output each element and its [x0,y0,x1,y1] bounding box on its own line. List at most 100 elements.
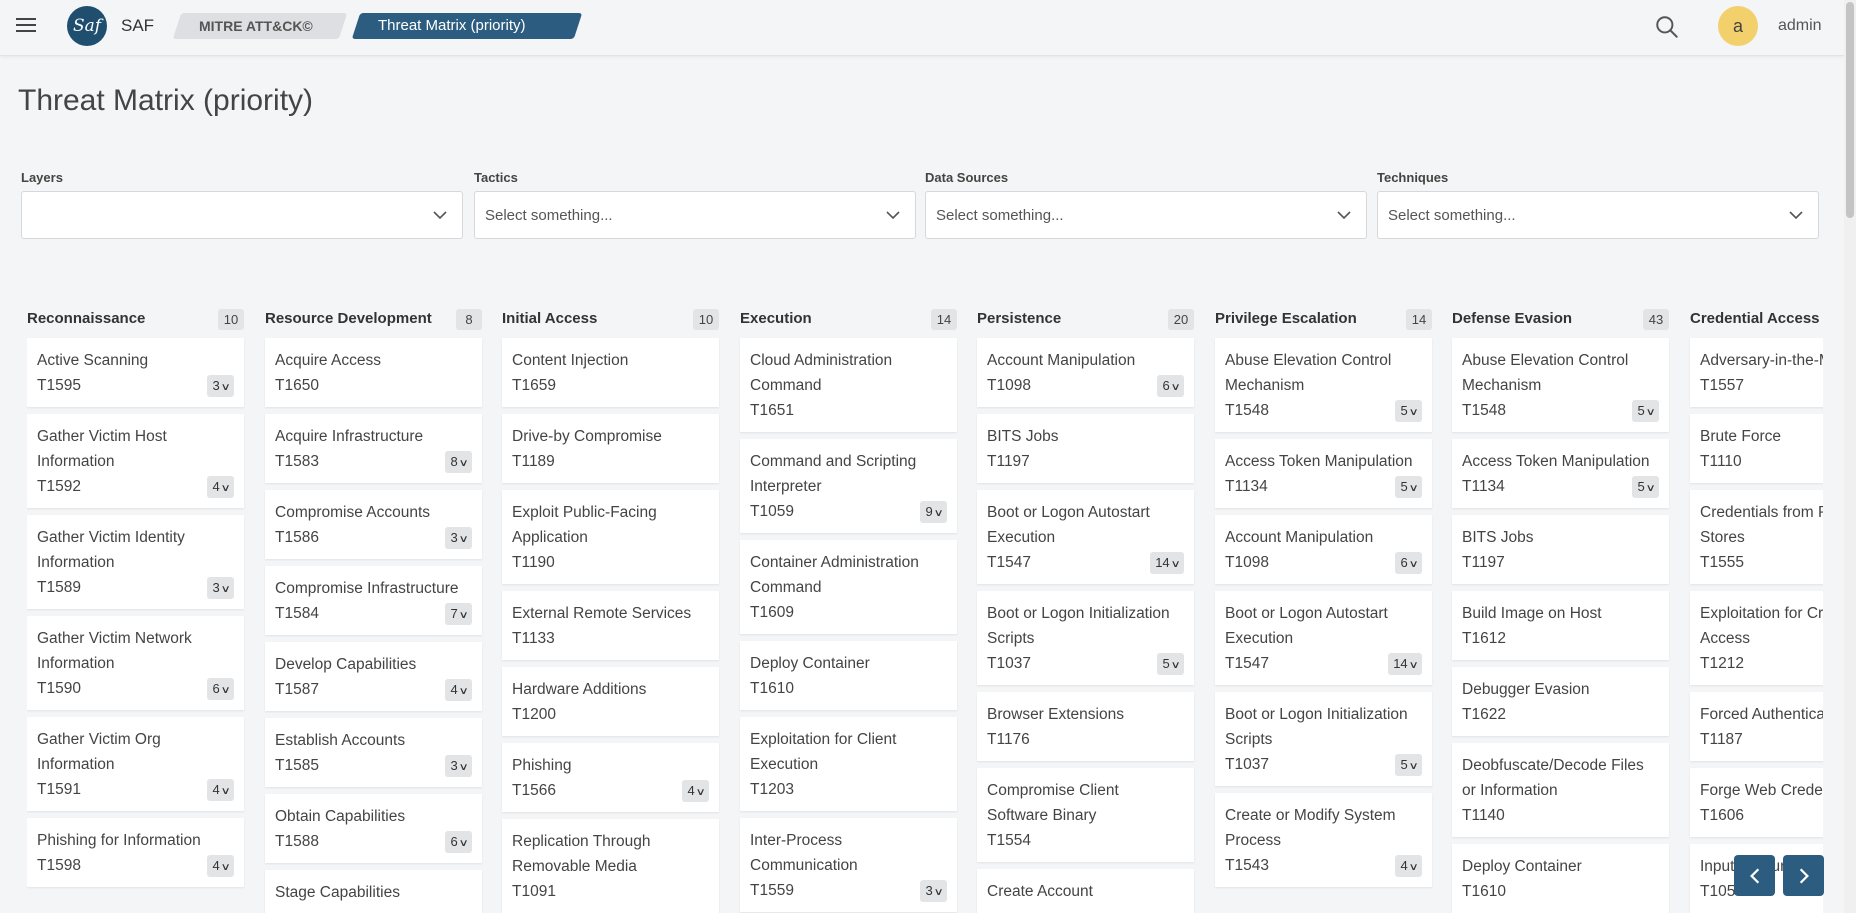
subtechnique-count: 6 [1400,555,1408,570]
subtechnique-toggle[interactable]: 4∨ [207,779,234,801]
layers-select[interactable] [21,191,463,239]
technique-card[interactable]: BITS Jobs T1197 [1452,515,1669,584]
technique-card[interactable]: Obtain Capabilities T1588 6∨ [265,794,482,863]
technique-card[interactable]: Adversary-in-the-Middle T1557 [1690,338,1823,407]
avatar[interactable]: a [1718,6,1758,46]
scrollbar-thumb[interactable] [1846,2,1854,218]
technique-card[interactable]: Active Scanning T1595 3∨ [27,338,244,407]
username[interactable]: admin [1778,17,1822,35]
technique-card[interactable]: Build Image on Host T1612 [1452,591,1669,660]
technique-id: T1583 [275,453,319,470]
subtechnique-toggle[interactable]: 3∨ [445,755,472,777]
subtechnique-toggle[interactable]: 6∨ [207,678,234,700]
technique-card[interactable]: Gather Victim Identity Information T1589 3… [27,515,244,609]
chevron-down-icon: ∨ [458,610,469,621]
subtechnique-toggle[interactable]: 5∨ [1395,476,1422,498]
technique-card[interactable]: Develop Capabilities T1587 4∨ [265,642,482,711]
technique-card[interactable]: Exploit Public-Facing Application T1190 [502,490,719,584]
techniques-select[interactable]: Select something... [1377,191,1819,239]
technique-name: Deobfuscate/Decode Files or Information [1462,757,1644,799]
technique-card[interactable]: Compromise Accounts T1586 3∨ [265,490,482,559]
subtechnique-toggle[interactable]: 5∨ [1157,653,1184,675]
subtechnique-toggle[interactable]: 14∨ [1150,552,1184,574]
technique-card[interactable]: Exploitation for Credential Access T1212 [1690,591,1823,685]
subtechnique-toggle[interactable]: 4∨ [445,679,472,701]
subtechnique-toggle[interactable]: 7∨ [445,603,472,625]
technique-card[interactable]: Content Injection T1659 [502,338,719,407]
technique-card[interactable]: Credentials from Password Stores T1555 [1690,490,1823,584]
technique-card[interactable]: Gather Victim Org Information T1591 4∨ [27,717,244,811]
technique-card[interactable]: Abuse Elevation Control Mechanism T1548 5∨ [1215,338,1432,432]
app-logo[interactable]: Saf [67,6,107,46]
next-button[interactable] [1783,855,1824,896]
technique-card[interactable]: Inter-Process Communication T1559 3∨ [740,818,957,912]
technique-card[interactable]: Deobfuscate/Decode Files or Information T… [1452,743,1669,837]
technique-card[interactable]: Gather Victim Host Information T1592 4∨ [27,414,244,508]
technique-card[interactable]: Compromise Client Software Binary T1554 [977,768,1194,862]
technique-card[interactable]: Forced Authentication T1187 [1690,692,1823,761]
technique-card[interactable]: Compromise Infrastructure T1584 7∨ [265,566,482,635]
technique-name: Acquire Access [275,352,381,369]
technique-card[interactable]: BITS Jobs T1197 [977,414,1194,483]
tactics-select[interactable]: Select something... [474,191,916,239]
technique-card[interactable]: Browser Extensions T1176 [977,692,1194,761]
technique-card[interactable]: Create or Modify System Process T1543 4∨ [1215,793,1432,887]
technique-card[interactable]: Forge Web Credentials T1606 [1690,768,1823,837]
technique-card[interactable]: Container Administration Command T1609 [740,540,957,634]
chevron-down-icon: ∨ [1645,483,1656,494]
technique-card[interactable]: Gather Victim Network Information T1590 6∨ [27,616,244,710]
subtechnique-toggle[interactable]: 4∨ [207,855,234,877]
technique-card[interactable]: Deploy Container T1610 [1452,844,1669,913]
technique-card[interactable]: Brute Force T1110 [1690,414,1823,483]
subtechnique-toggle[interactable]: 14∨ [1388,653,1422,675]
subtechnique-toggle[interactable]: 3∨ [445,527,472,549]
technique-card[interactable]: Stage Capabilities [265,870,482,913]
breadcrumb-mitre[interactable]: MITRE ATT&CK© [172,13,348,39]
technique-card[interactable]: Phishing T1566 4∨ [502,743,719,812]
subtechnique-toggle[interactable]: 9∨ [920,501,947,523]
technique-card[interactable]: Drive-by Compromise T1189 [502,414,719,483]
technique-card[interactable]: Boot or Logon Initialization Scripts T103… [1215,692,1432,786]
tactic-title: Privilege Escalation [1215,310,1357,327]
technique-card[interactable]: Acquire Infrastructure T1583 8∨ [265,414,482,483]
subtechnique-toggle[interactable]: 3∨ [920,880,947,902]
search-icon[interactable] [1654,14,1680,40]
technique-card[interactable]: Establish Accounts T1585 3∨ [265,718,482,787]
subtechnique-toggle[interactable]: 3∨ [207,375,234,397]
subtechnique-toggle[interactable]: 6∨ [1157,375,1184,397]
technique-card[interactable]: Account Manipulation T1098 6∨ [977,338,1194,407]
data-sources-select[interactable]: Select something... [925,191,1367,239]
technique-card[interactable]: Boot or Logon Initialization Scripts T103… [977,591,1194,685]
technique-card[interactable]: Acquire Access T1650 [265,338,482,407]
technique-card[interactable]: Command and Scripting Interpreter T1059 9∨ [740,439,957,533]
hamburger-menu-icon[interactable] [14,14,38,38]
technique-card[interactable]: Access Token Manipulation T1134 5∨ [1452,439,1669,508]
technique-card[interactable]: Phishing for Information T1598 4∨ [27,818,244,887]
technique-card[interactable]: Access Token Manipulation T1134 5∨ [1215,439,1432,508]
subtechnique-toggle[interactable]: 4∨ [682,780,709,802]
technique-card[interactable]: Hardware Additions T1200 [502,667,719,736]
technique-card[interactable]: Cloud Administration Command T1651 [740,338,957,432]
subtechnique-toggle[interactable]: 5∨ [1632,400,1659,422]
technique-card[interactable]: Replication Through Removable Media T1091 [502,819,719,913]
subtechnique-toggle[interactable]: 6∨ [1395,552,1422,574]
technique-card[interactable]: Create Account [977,869,1194,913]
subtechnique-toggle[interactable]: 5∨ [1395,754,1422,776]
technique-card[interactable]: Debugger Evasion T1622 [1452,667,1669,736]
technique-card[interactable]: Account Manipulation T1098 6∨ [1215,515,1432,584]
technique-card[interactable]: Deploy Container T1610 [740,641,957,710]
subtechnique-toggle[interactable]: 4∨ [1395,855,1422,877]
subtechnique-toggle[interactable]: 8∨ [445,451,472,473]
technique-card[interactable]: Boot or Logon Autostart Execution T1547 14… [977,490,1194,584]
technique-card[interactable]: Exploitation for Client Execution T1203 [740,717,957,811]
subtechnique-toggle[interactable]: 5∨ [1632,476,1659,498]
technique-card[interactable]: Boot or Logon Autostart Execution T1547 14… [1215,591,1432,685]
technique-card[interactable]: External Remote Services T1133 [502,591,719,660]
subtechnique-toggle[interactable]: 5∨ [1395,400,1422,422]
prev-button[interactable] [1734,855,1775,896]
subtechnique-toggle[interactable]: 6∨ [445,831,472,853]
subtechnique-toggle[interactable]: 3∨ [207,577,234,599]
technique-card[interactable]: Abuse Elevation Control Mechanism T1548 5∨ [1452,338,1669,432]
page-scrollbar[interactable] [1844,0,1856,913]
subtechnique-toggle[interactable]: 4∨ [207,476,234,498]
